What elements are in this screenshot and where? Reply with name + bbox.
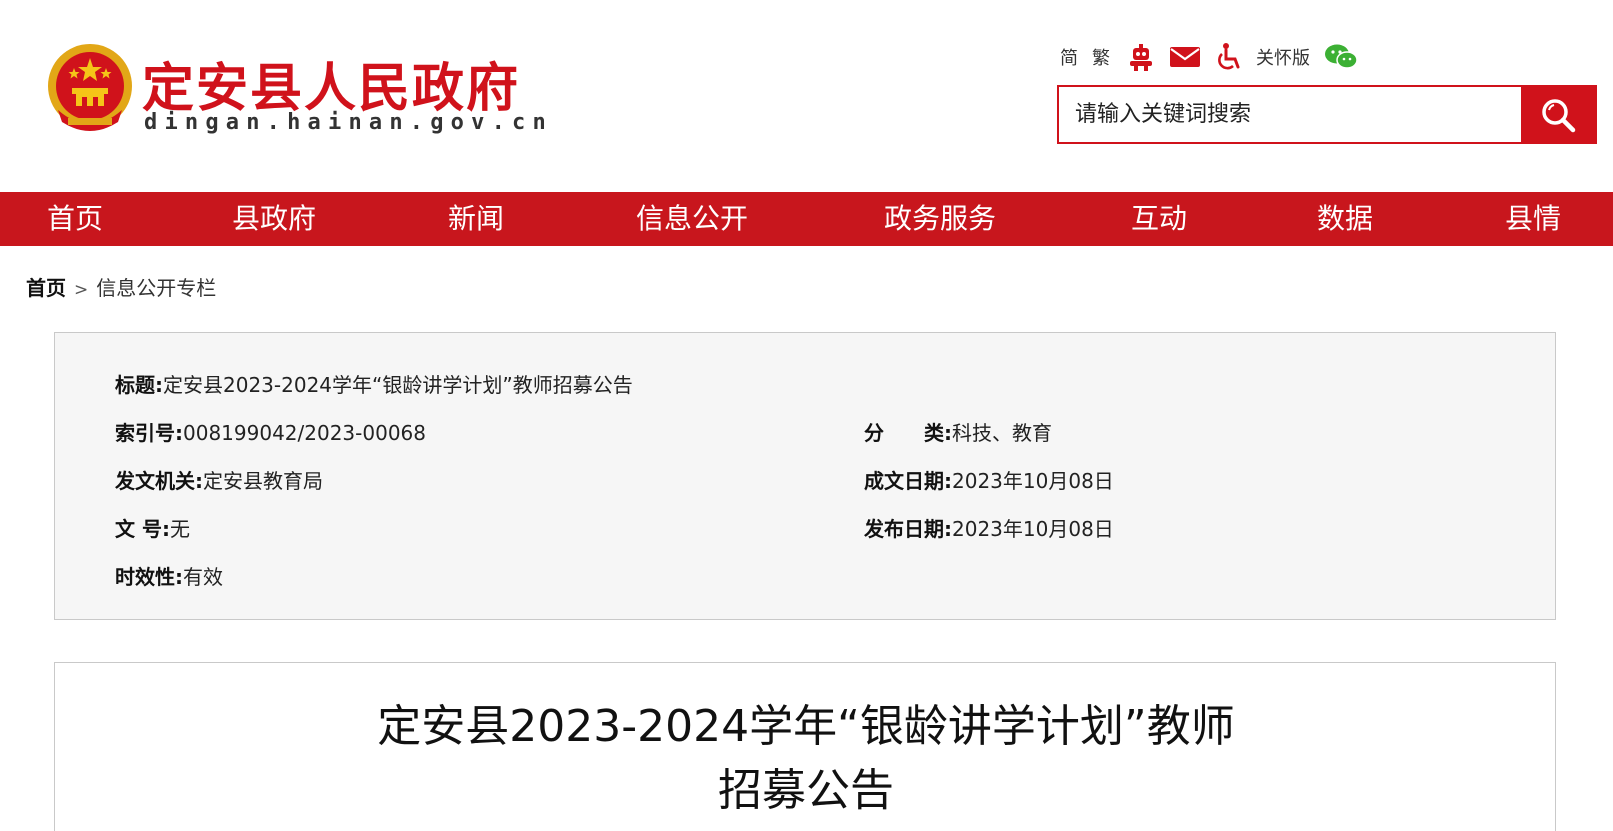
meta-issuer: 发文机关:定安县教育局 [115,465,323,494]
meta-validity-label: 时效性: [115,565,183,589]
nav-item-county-government[interactable]: 县政府 [232,192,316,246]
search-box [1057,85,1597,144]
meta-title: 标题:定安县2023-2024学年“银龄讲学计划”教师招募公告 [115,369,633,398]
breadcrumb: 首页 > 信息公开专栏 [26,272,216,301]
meta-created-date: 成文日期:2023年10月08日 [864,465,1114,494]
mail-icon[interactable] [1168,40,1202,74]
breadcrumb-home-link[interactable]: 首页 [26,276,66,300]
meta-issuer-value: 定安县教育局 [203,469,323,493]
wechat-icon[interactable] [1324,40,1358,74]
simplified-chinese-link[interactable]: 简 [1060,44,1078,70]
search-button[interactable] [1521,87,1595,142]
site-domain: dingan.hainan.gov.cn [144,110,553,135]
article-title: 定安县2023-2024学年“银龄讲学计划”教师 招募公告 [55,695,1557,823]
nav-item-information-disclosure[interactable]: 信息公开 [636,192,748,246]
wheelchair-icon[interactable] [1212,40,1246,74]
article-panel: 定安县2023-2024学年“银龄讲学计划”教师 招募公告 [54,662,1556,831]
breadcrumb-separator: > [74,280,89,300]
meta-docno-value: 无 [169,517,190,541]
article-title-line-1: 定安县2023-2024学年“银龄讲学计划”教师 [377,701,1235,752]
traditional-chinese-link[interactable]: 繁 [1092,44,1110,70]
national-emblem-icon[interactable] [46,42,134,134]
meta-title-label: 标题: [115,373,163,397]
breadcrumb-current[interactable]: 信息公开专栏 [96,276,216,300]
header-toolbar: 简 繁 关怀版 [1060,40,1368,74]
robot-icon[interactable] [1124,40,1158,74]
site-header: 定安县人民政府 dingan.hainan.gov.cn 简 繁 关怀版 请输入… [0,0,1613,192]
meta-category-value: 科技、教育 [952,421,1052,445]
meta-index-label: 索引号: [115,421,183,445]
meta-docno-label: 文 号: [115,517,170,541]
nav-item-news[interactable]: 新闻 [448,192,504,246]
meta-created-value: 2023年10月08日 [952,469,1114,493]
meta-validity: 时效性:有效 [115,561,223,590]
article-title-line-2: 招募公告 [718,765,894,816]
care-version-link[interactable]: 关怀版 [1256,44,1310,70]
nav-item-government-services[interactable]: 政务服务 [884,192,996,246]
nav-item-home[interactable]: 首页 [47,192,103,246]
meta-published-value: 2023年10月08日 [952,517,1114,541]
meta-index-value: 008199042/2023-00068 [183,421,426,445]
meta-category-label: 分 类: [864,421,952,445]
meta-title-value: 定安县2023-2024学年“银龄讲学计划”教师招募公告 [163,373,633,397]
nav-item-interaction[interactable]: 互动 [1131,192,1187,246]
nav-item-data[interactable]: 数据 [1317,192,1373,246]
meta-created-label: 成文日期: [864,469,952,493]
search-input[interactable] [1059,87,1523,142]
nav-item-county-profile[interactable]: 县情 [1505,192,1561,246]
main-nav: 首页 县政府 新闻 信息公开 政务服务 互动 数据 县情 [0,192,1613,246]
document-metadata-panel: 标题:定安县2023-2024学年“银龄讲学计划”教师招募公告 索引号:0081… [54,332,1556,620]
meta-issuer-label: 发文机关: [115,469,203,493]
search-icon [1542,98,1576,132]
meta-category: 分 类:科技、教育 [864,417,1052,446]
meta-validity-value: 有效 [183,565,223,589]
meta-document-number: 文 号:无 [115,513,190,542]
meta-published-label: 发布日期: [864,517,952,541]
meta-published-date: 发布日期:2023年10月08日 [864,513,1114,542]
meta-index: 索引号:008199042/2023-00068 [115,417,426,446]
